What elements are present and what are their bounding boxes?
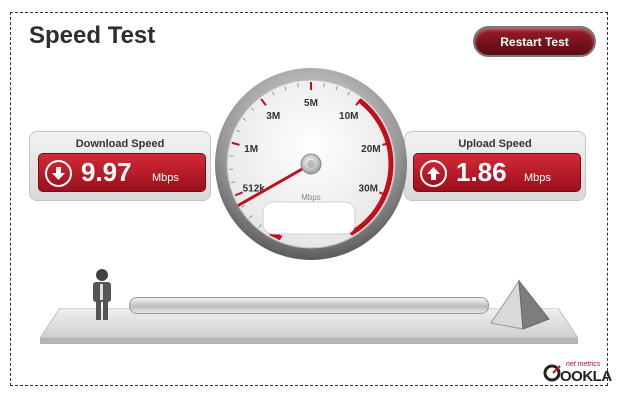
speed-gauge: 0512k1M3M5M10M20M30M50M+ Mbps [215,68,407,260]
download-panel: Download Speed 9.97 Mbps [29,131,211,201]
arrow-up-icon [420,160,447,187]
gauge-tick-label: 20M [361,144,380,155]
restart-test-button[interactable]: Restart Test [473,26,596,57]
gauge-unit-label: Mbps [301,193,321,202]
gauge-hub-center [307,160,315,168]
server-pyramid-icon [490,279,550,330]
download-value: 9.97 [81,157,132,187]
upload-panel: Upload Speed 1.86 Mbps [404,131,586,201]
gauge-minor-tick [297,83,299,88]
download-readout: 9.97 Mbps [38,153,206,192]
download-unit: Mbps [152,172,179,184]
gauge-tick-label: 1M [244,144,258,155]
brand-subtitle: net metrics [566,361,601,368]
upload-value: 1.86 [456,157,507,187]
gauge-tick-label: 5M [304,98,318,109]
gauge-tick-label: 3M [266,111,280,122]
gauge-tick-label: 10M [339,111,358,122]
arrow-down-icon [45,160,72,187]
upload-label: Upload Speed [458,138,532,150]
progress-track [129,297,489,314]
gauge-minor-tick [323,83,325,88]
gauge-tick-label: 30M [359,184,378,195]
gauge-value-window [262,201,356,235]
upload-unit: Mbps [524,172,551,184]
person-icon [93,269,111,320]
download-label: Download Speed [75,138,165,150]
upload-readout: 1.86 Mbps [413,153,581,192]
brand-name: OOKLA [560,368,612,385]
page-title: Speed Test [29,22,156,49]
